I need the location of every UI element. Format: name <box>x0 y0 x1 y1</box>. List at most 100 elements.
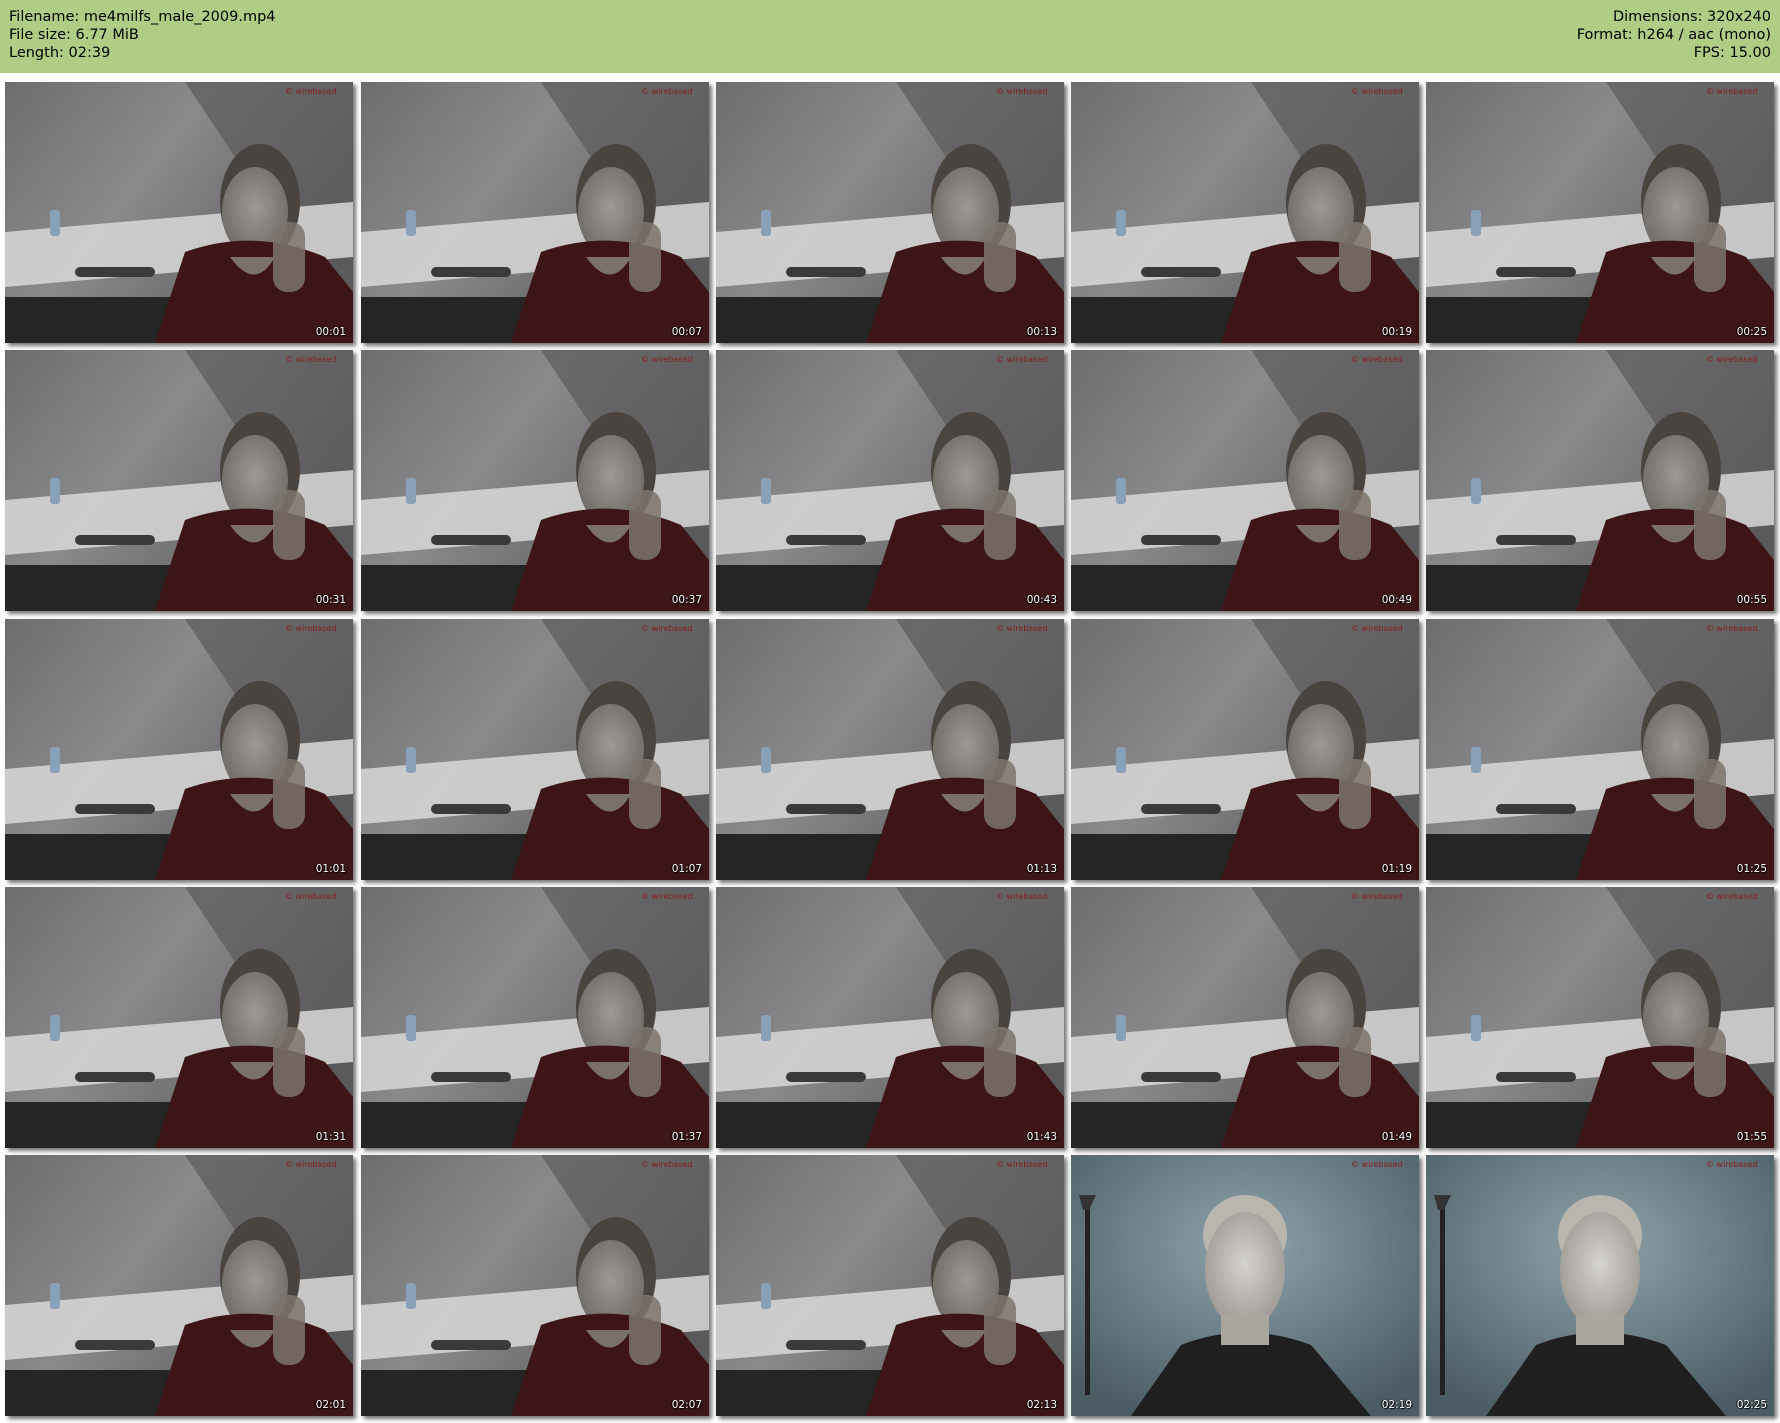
svg-text:© wirebased: © wirebased <box>996 624 1048 633</box>
frame-timestamp: 00:01 <box>315 326 346 338</box>
frame-thumbnail[interactable]: © wirebased 00:55 <box>1426 350 1774 611</box>
svg-text:© wirebased: © wirebased <box>285 624 337 633</box>
frame-thumbnail[interactable]: © wirebased 00:19 <box>1071 82 1419 343</box>
frame-timestamp: 00:37 <box>671 594 702 606</box>
svg-text:© wirebased: © wirebased <box>641 355 693 364</box>
frame-thumbnail[interactable]: © wirebased 01:13 <box>716 619 1064 880</box>
frame-timestamp: 02:13 <box>1026 1399 1057 1411</box>
frame-thumbnail[interactable]: © wirebased 00:43 <box>716 350 1064 611</box>
svg-text:© wirebased: © wirebased <box>641 87 693 96</box>
svg-text:© wirebased: © wirebased <box>996 355 1048 364</box>
frame-image: © wirebased <box>1426 82 1774 343</box>
frame-image: © wirebased <box>716 350 1064 611</box>
frame-image: © wirebased <box>716 887 1064 1148</box>
frame-thumbnail[interactable]: © wirebased 01:31 <box>5 887 353 1148</box>
frame-image: © wirebased <box>1071 887 1419 1148</box>
svg-text:© wirebased: © wirebased <box>1706 892 1758 901</box>
svg-text:© wirebased: © wirebased <box>285 1160 337 1169</box>
frame-thumbnail[interactable]: © wirebased 02:01 <box>5 1155 353 1416</box>
svg-text:© wirebased: © wirebased <box>285 355 337 364</box>
svg-text:© wirebased: © wirebased <box>641 1160 693 1169</box>
frame-timestamp: 00:07 <box>671 326 702 338</box>
frame-timestamp: 00:49 <box>1381 594 1412 606</box>
svg-text:© wirebased: © wirebased <box>641 892 693 901</box>
frame-thumbnail[interactable]: © wirebased 01:37 <box>361 887 709 1148</box>
frame-image: © wirebased <box>716 1155 1064 1416</box>
frame-thumbnail[interactable]: © wirebased 00:31 <box>5 350 353 611</box>
frame-image: © wirebased <box>716 619 1064 880</box>
frame-timestamp: 01:49 <box>1381 1131 1412 1143</box>
svg-text:© wirebased: © wirebased <box>996 892 1048 901</box>
frame-image: © wirebased <box>716 82 1064 343</box>
frame-image: © wirebased <box>1426 887 1774 1148</box>
frame-thumbnail[interactable]: © wirebased 01:49 <box>1071 887 1419 1148</box>
svg-text:© wirebased: © wirebased <box>1706 624 1758 633</box>
frame-thumbnail[interactable]: © wirebased 02:25 <box>1426 1155 1774 1416</box>
svg-text:© wirebased: © wirebased <box>1706 87 1758 96</box>
frame-thumbnail[interactable]: © wirebased 01:25 <box>1426 619 1774 880</box>
frame-image: © wirebased <box>361 1155 709 1416</box>
frame-timestamp: 01:31 <box>315 1131 346 1143</box>
frame-timestamp: 01:37 <box>671 1131 702 1143</box>
frame-image: © wirebased <box>5 82 353 343</box>
frame-image: © wirebased <box>5 1155 353 1416</box>
frame-thumbnail[interactable]: © wirebased 02:19 <box>1071 1155 1419 1416</box>
frame-thumbnail[interactable]: © wirebased 00:25 <box>1426 82 1774 343</box>
svg-text:© wirebased: © wirebased <box>1351 87 1403 96</box>
frame-thumbnail[interactable]: © wirebased 00:01 <box>5 82 353 343</box>
frame-timestamp: 00:55 <box>1736 594 1767 606</box>
frame-image: © wirebased <box>361 619 709 880</box>
svg-text:© wirebased: © wirebased <box>1706 355 1758 364</box>
frame-image: © wirebased <box>1071 350 1419 611</box>
thumbnail-grid: © wirebased 00:01 © wirebased 00:07 © wi… <box>0 0 1780 1423</box>
svg-text:© wirebased: © wirebased <box>1351 1160 1403 1169</box>
frame-timestamp: 00:31 <box>315 594 346 606</box>
frame-timestamp: 01:01 <box>315 863 346 875</box>
frame-timestamp: 00:25 <box>1736 326 1767 338</box>
svg-text:© wirebased: © wirebased <box>1351 355 1403 364</box>
frame-timestamp: 01:13 <box>1026 863 1057 875</box>
frame-thumbnail[interactable]: © wirebased 02:13 <box>716 1155 1064 1416</box>
frame-image: © wirebased <box>1426 619 1774 880</box>
frame-image: © wirebased <box>1071 619 1419 880</box>
frame-thumbnail[interactable]: © wirebased 00:07 <box>361 82 709 343</box>
frame-timestamp: 02:19 <box>1381 1399 1412 1411</box>
frame-thumbnail[interactable]: © wirebased 00:37 <box>361 350 709 611</box>
svg-text:© wirebased: © wirebased <box>996 1160 1048 1169</box>
frame-timestamp: 00:19 <box>1381 326 1412 338</box>
svg-text:© wirebased: © wirebased <box>285 892 337 901</box>
frame-image: © wirebased <box>361 82 709 343</box>
frame-image: © wirebased <box>1071 82 1419 343</box>
frame-thumbnail[interactable]: © wirebased 02:07 <box>361 1155 709 1416</box>
frame-timestamp: 02:07 <box>671 1399 702 1411</box>
frame-image: © wirebased <box>1426 350 1774 611</box>
frame-thumbnail[interactable]: © wirebased 00:13 <box>716 82 1064 343</box>
frame-timestamp: 01:07 <box>671 863 702 875</box>
frame-thumbnail[interactable]: © wirebased 00:49 <box>1071 350 1419 611</box>
frame-thumbnail[interactable]: © wirebased 01:55 <box>1426 887 1774 1148</box>
frame-timestamp: 01:19 <box>1381 863 1412 875</box>
frame-image: © wirebased <box>5 887 353 1148</box>
svg-text:© wirebased: © wirebased <box>996 87 1048 96</box>
frame-timestamp: 01:55 <box>1736 1131 1767 1143</box>
frame-thumbnail[interactable]: © wirebased 01:19 <box>1071 619 1419 880</box>
frame-image: © wirebased <box>361 887 709 1148</box>
frame-thumbnail[interactable]: © wirebased 01:01 <box>5 619 353 880</box>
svg-text:© wirebased: © wirebased <box>1706 1160 1758 1169</box>
frame-image: © wirebased <box>1071 1155 1419 1416</box>
svg-text:© wirebased: © wirebased <box>1351 892 1403 901</box>
frame-image: © wirebased <box>1426 1155 1774 1416</box>
frame-timestamp: 00:43 <box>1026 594 1057 606</box>
frame-timestamp: 00:13 <box>1026 326 1057 338</box>
frame-timestamp: 01:25 <box>1736 863 1767 875</box>
frame-timestamp: 01:43 <box>1026 1131 1057 1143</box>
svg-text:© wirebased: © wirebased <box>285 87 337 96</box>
svg-text:© wirebased: © wirebased <box>1351 624 1403 633</box>
frame-image: © wirebased <box>5 619 353 880</box>
frame-thumbnail[interactable]: © wirebased 01:43 <box>716 887 1064 1148</box>
frame-thumbnail[interactable]: © wirebased 01:07 <box>361 619 709 880</box>
frame-image: © wirebased <box>5 350 353 611</box>
frame-image: © wirebased <box>361 350 709 611</box>
svg-text:© wirebased: © wirebased <box>641 624 693 633</box>
frame-timestamp: 02:01 <box>315 1399 346 1411</box>
